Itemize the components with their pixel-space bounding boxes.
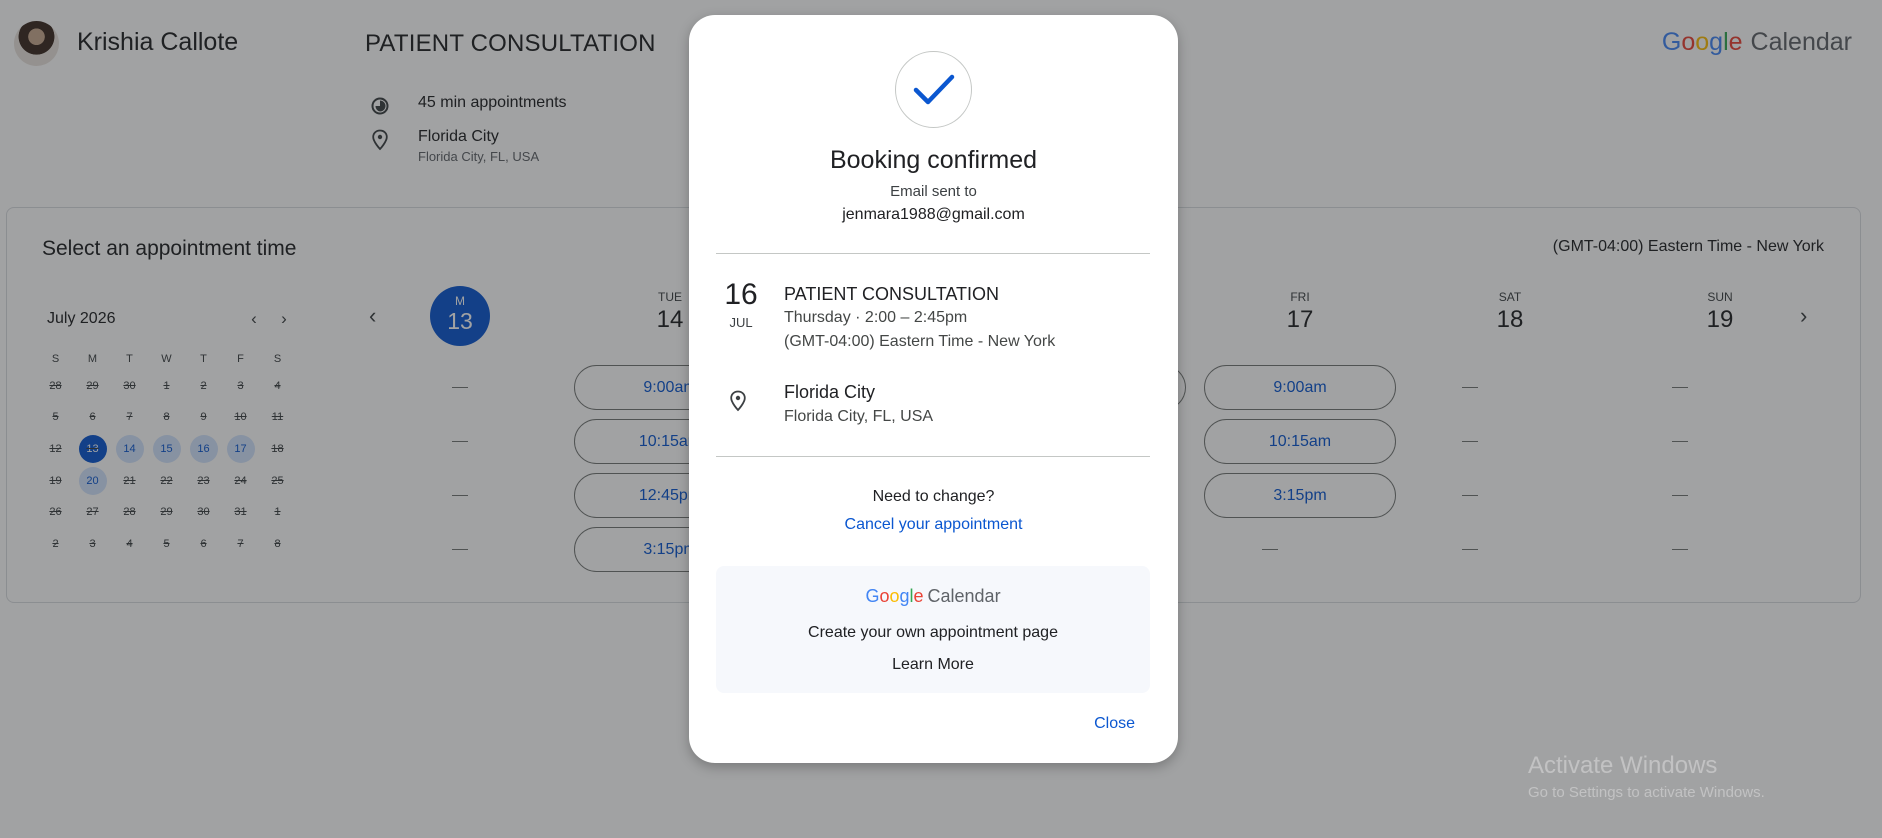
event-name: PATIENT CONSULTATION <box>784 284 1000 304</box>
event-time: Thursday · 2:00 – 2:45pm <box>784 309 968 326</box>
dialog-location-address: Florida City, FL, USA <box>784 408 934 425</box>
email-address: jenmara1988@gmail.com <box>842 206 1025 223</box>
learn-more-link[interactable]: Learn More <box>716 656 1150 674</box>
divider <box>716 253 1150 254</box>
date-day: 16 <box>724 278 758 311</box>
dialog-title: Booking confirmed <box>829 146 1038 174</box>
booking-page: Krishia Callote PATIENT CONSULTATION 45 … <box>0 0 1882 838</box>
email-label: Email sent to <box>890 183 977 200</box>
google-calendar-logo: Google Calendar <box>865 586 1001 606</box>
event-timezone: (GMT-04:00) Eastern Time - New York <box>784 333 1056 350</box>
cancel-appointment-link[interactable]: Cancel your appointment <box>689 516 1178 534</box>
promo-text: Create your own appointment page <box>808 624 1058 641</box>
booking-confirmed-dialog: Booking confirmed Email sent to jenmara1… <box>689 15 1178 763</box>
promo-card: Google Calendar Create your own appointme… <box>716 566 1150 693</box>
activate-windows-watermark: Activate Windows Go to Settings to activ… <box>1528 752 1765 801</box>
divider <box>716 456 1150 457</box>
checkmark-icon <box>895 51 972 128</box>
need-to-change-text: Need to change? <box>872 488 995 505</box>
location-pin-icon <box>729 390 747 417</box>
date-month: JUL <box>729 315 753 330</box>
close-button[interactable]: Close <box>1094 715 1135 733</box>
dialog-location-name: Florida City <box>784 382 876 402</box>
